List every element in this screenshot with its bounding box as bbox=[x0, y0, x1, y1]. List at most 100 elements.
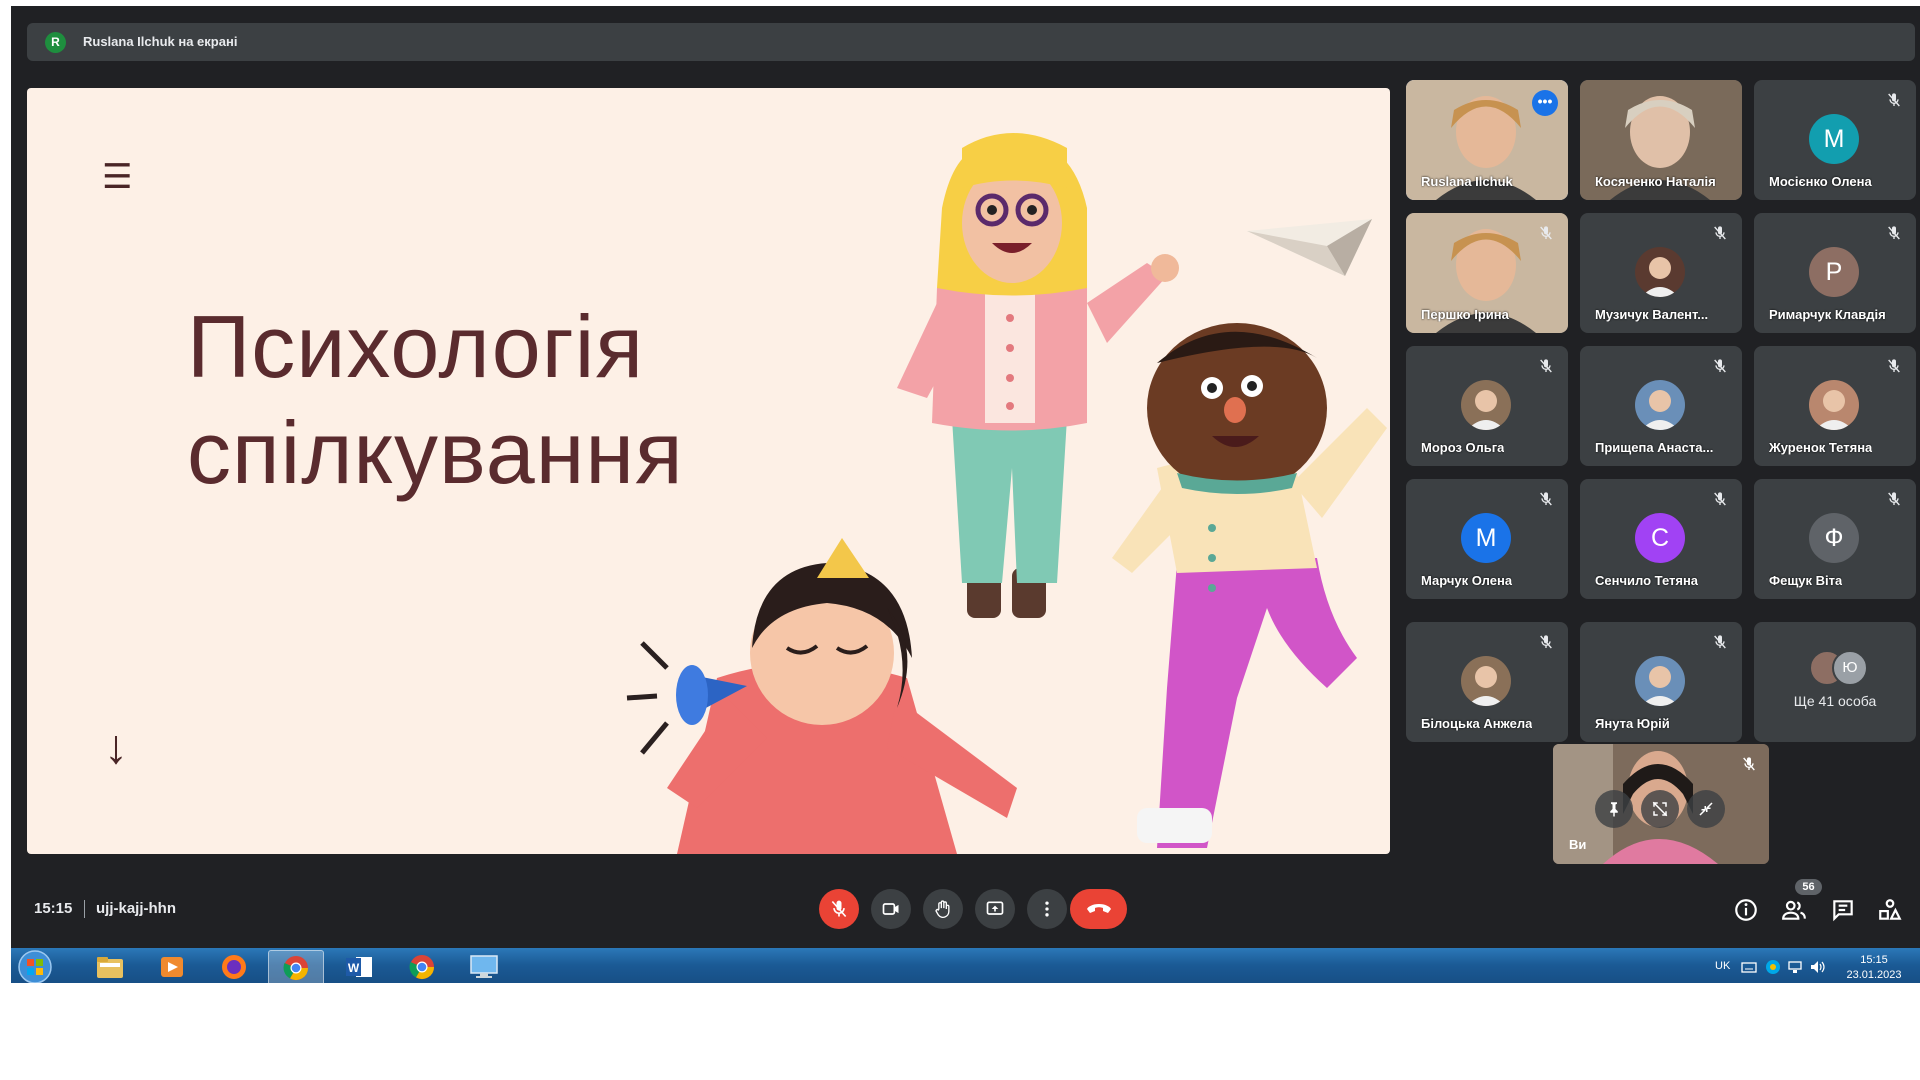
participant-name: Янута Юрій bbox=[1595, 716, 1670, 731]
presenter-avatar: R bbox=[45, 32, 66, 53]
participant-tile[interactable]: М Марчук Олена bbox=[1406, 479, 1568, 599]
meeting-info-icon[interactable] bbox=[1733, 897, 1759, 923]
present-screen-button[interactable] bbox=[975, 889, 1015, 929]
mic-off-icon bbox=[1888, 93, 1900, 107]
participant-tile[interactable]: Косяченко Наталія bbox=[1580, 80, 1742, 200]
mic-off-icon bbox=[1540, 359, 1552, 373]
participant-tile[interactable]: Музичук Валент... bbox=[1580, 213, 1742, 333]
participant-avatar: Ф bbox=[1809, 513, 1859, 563]
participant-avatar: М bbox=[1461, 513, 1511, 563]
participant-name: Косяченко Наталія bbox=[1595, 174, 1716, 189]
monitor-icon bbox=[470, 955, 498, 978]
self-view-tile: Ви bbox=[1553, 744, 1769, 864]
presentation-slide: ☰ Психологія спілкування ↓ bbox=[27, 88, 1390, 854]
network-icon[interactable] bbox=[1787, 960, 1803, 974]
participant-tile[interactable]: Р Римарчук Клавдія bbox=[1754, 213, 1916, 333]
participant-photo-avatar bbox=[1461, 380, 1511, 430]
mic-off-icon bbox=[1540, 635, 1552, 649]
taskbar-media-player[interactable] bbox=[145, 950, 199, 983]
camera-icon bbox=[882, 903, 899, 915]
mic-off-icon bbox=[1888, 492, 1900, 506]
more-options-button[interactable] bbox=[1027, 889, 1067, 929]
svg-text:W: W bbox=[348, 961, 360, 975]
taskbar-word[interactable]: W bbox=[332, 950, 386, 983]
minimize-button[interactable] bbox=[1687, 790, 1725, 828]
participant-name: Журенок Тетяна bbox=[1769, 440, 1873, 455]
participant-tile[interactable]: Ф Фещук Віта bbox=[1754, 479, 1916, 599]
mic-off-icon bbox=[831, 900, 847, 918]
others-letter-avatar: Ю bbox=[1832, 650, 1868, 686]
participant-tile[interactable]: Першко Ірина bbox=[1406, 213, 1568, 333]
participant-tile[interactable]: Мороз Ольга bbox=[1406, 346, 1568, 466]
chrome-icon bbox=[409, 955, 434, 980]
participant-photo-avatar bbox=[1635, 380, 1685, 430]
mic-off-icon bbox=[1888, 226, 1900, 240]
mic-off-icon bbox=[1888, 359, 1900, 373]
character-party-illustration bbox=[626, 538, 1017, 854]
presenting-text: Ruslana Ilchuk на екрані bbox=[83, 34, 238, 49]
participant-tile[interactable]: Білоцька Анжела bbox=[1406, 622, 1568, 742]
leave-call-button[interactable] bbox=[1070, 889, 1127, 929]
keyboard-icon[interactable] bbox=[1741, 960, 1757, 974]
volume-icon[interactable] bbox=[1809, 959, 1825, 975]
tile-options-icon[interactable]: ••• bbox=[1532, 90, 1558, 116]
participant-avatar: Р bbox=[1809, 247, 1859, 297]
mic-off-icon bbox=[1540, 226, 1552, 240]
participant-name: Ruslana Ilchuk bbox=[1421, 174, 1513, 189]
paper-plane-illustration bbox=[1247, 219, 1372, 276]
chrome-icon bbox=[283, 956, 308, 981]
more-participants-label: Ще 41 особа bbox=[1793, 693, 1877, 709]
participant-name: Фещук Віта bbox=[1769, 573, 1843, 588]
participant-avatar: М bbox=[1809, 114, 1859, 164]
participant-name: Сенчило Тетяна bbox=[1595, 573, 1699, 588]
mic-off-icon bbox=[1714, 226, 1726, 240]
minimize-icon bbox=[1699, 802, 1713, 816]
raise-hand-button[interactable] bbox=[923, 889, 963, 929]
mic-off-icon bbox=[1540, 492, 1552, 506]
activities-icon[interactable] bbox=[1877, 897, 1903, 923]
present-screen-icon bbox=[986, 901, 1004, 915]
participant-photo-avatar bbox=[1809, 380, 1859, 430]
pin-button[interactable] bbox=[1595, 790, 1633, 828]
participant-avatar: С bbox=[1635, 513, 1685, 563]
pin-icon bbox=[1610, 802, 1618, 817]
participant-name: Марчук Олена bbox=[1421, 573, 1513, 588]
microphone-toggle-button[interactable] bbox=[819, 889, 859, 929]
taskbar-desktop[interactable] bbox=[457, 950, 511, 983]
character-running-illustration bbox=[1112, 323, 1387, 848]
participant-name: Білоцька Анжела bbox=[1421, 716, 1533, 731]
participant-name: Першко Ірина bbox=[1421, 307, 1509, 322]
participant-tile[interactable]: Янута Юрій bbox=[1580, 622, 1742, 742]
participant-tile[interactable]: С Сенчило Тетяна bbox=[1580, 479, 1742, 599]
windows-taskbar: W UK 15:15 23.01.2023 bbox=[11, 948, 1920, 983]
more-participants-tile[interactable]: Ю Ще 41 особа bbox=[1754, 622, 1916, 742]
taskbar-chrome[interactable] bbox=[268, 950, 324, 983]
chat-icon[interactable] bbox=[1830, 897, 1856, 923]
taskbar-explorer[interactable] bbox=[83, 950, 137, 983]
participant-tile[interactable]: Прищепа Анаста... bbox=[1580, 346, 1742, 466]
end-call-icon bbox=[1087, 904, 1111, 913]
taskbar-chrome-2[interactable] bbox=[395, 950, 449, 983]
participant-photo-avatar bbox=[1461, 656, 1511, 706]
participant-name: Мосієнко Олена bbox=[1769, 174, 1872, 189]
meeting-controls-bar: 15:15 ujj-kajj-hhn 56 bbox=[11, 868, 1920, 948]
participant-tile[interactable]: М Мосієнко Олена bbox=[1754, 80, 1916, 200]
participant-photo-avatar bbox=[1635, 656, 1685, 706]
participant-tile[interactable]: ••• Ruslana Ilchuk bbox=[1406, 80, 1568, 200]
self-view-label: Ви bbox=[1569, 837, 1587, 852]
start-button-icon[interactable] bbox=[17, 949, 53, 983]
participant-name: Мороз Ольга bbox=[1421, 440, 1505, 455]
keyboard-language[interactable]: UK bbox=[1715, 960, 1730, 972]
frame-button[interactable] bbox=[1641, 790, 1679, 828]
word-icon: W bbox=[346, 957, 372, 977]
slide-illustration bbox=[626, 133, 1387, 854]
participant-tile[interactable]: Журенок Тетяна bbox=[1754, 346, 1916, 466]
meeting-clock: 15:15 bbox=[34, 900, 73, 917]
taskbar-clock[interactable]: 15:15 23.01.2023 bbox=[1839, 953, 1909, 983]
people-icon[interactable] bbox=[1781, 897, 1807, 923]
taskbar-firefox[interactable] bbox=[207, 950, 261, 983]
camera-toggle-button[interactable] bbox=[871, 889, 911, 929]
skype-tray-icon[interactable] bbox=[1765, 959, 1781, 975]
folder-icon bbox=[97, 957, 123, 978]
meeting-code: ujj-kajj-hhn bbox=[96, 900, 176, 917]
